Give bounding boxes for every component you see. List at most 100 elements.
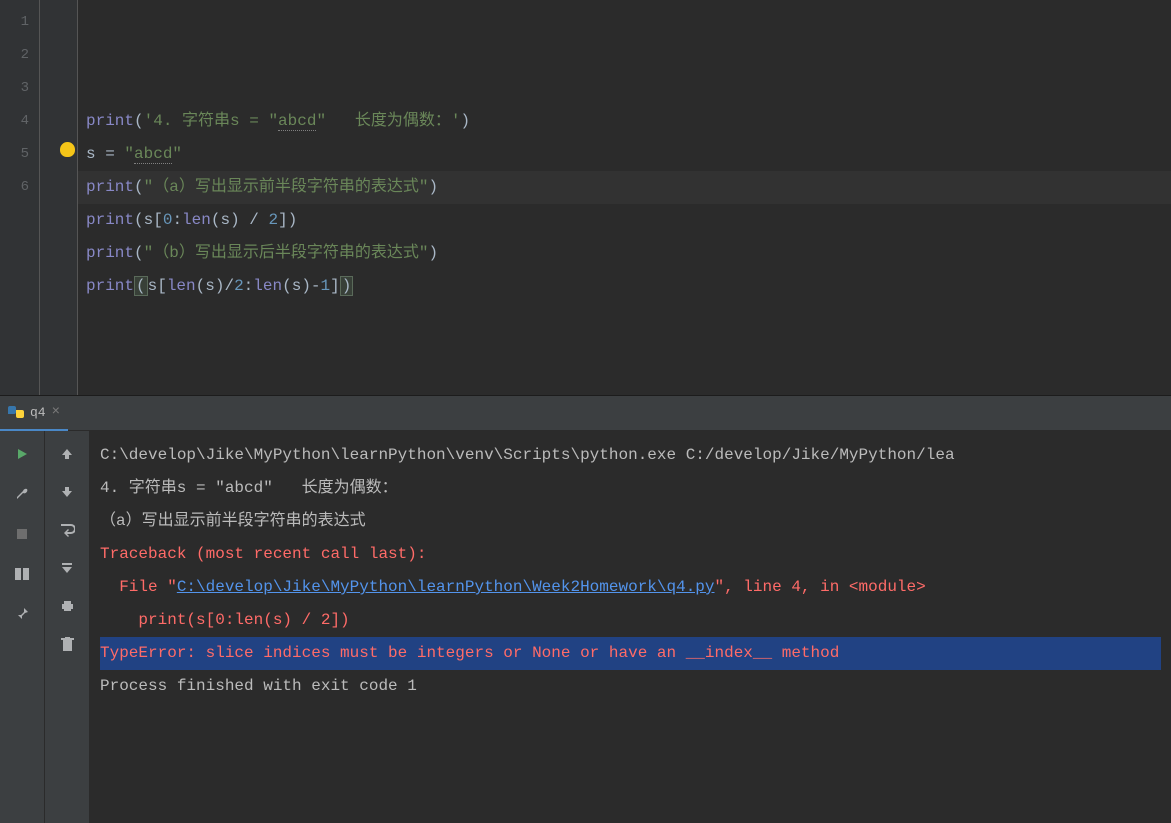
code-token: print [86,277,134,295]
code-line[interactable]: print("（a）写出显示前半段字符串的表达式") [86,171,1163,204]
code-token: ( [134,211,144,229]
gutter-margin [40,0,78,395]
console-line: C:\develop\Jike\MyPython\learnPython\ven… [100,439,1161,472]
code-line[interactable]: print(s[len(s)/2:len(s)-1]) [86,270,1163,303]
file-link[interactable]: C:\develop\Jike\MyPython\learnPython\Wee… [177,578,715,596]
code-token: " 长度为偶数：' [316,112,460,130]
code-token: ( [134,244,144,262]
line-number: 3 [0,72,29,105]
code-token: len [253,277,282,295]
scroll-to-end-icon[interactable] [57,558,77,578]
code-token: "（b）写出显示后半段字符串的表达式" [144,244,429,262]
console-text: C:\develop\Jike\MyPython\learnPython\ven… [100,446,955,464]
code-token: ) [428,178,438,196]
code-token: ( [196,277,206,295]
code-token: ] [330,277,340,295]
console-text: Traceback (most recent call last): [100,545,426,563]
code-token: abcd [278,112,316,131]
close-tab-icon[interactable]: × [52,404,60,420]
run-content: Run: q4 × C:\develop\Jike\MyPython\learn… [90,396,1171,823]
console-text: print(s[0:len(s) / 2]) [100,611,350,629]
run-tab-label: q4 [30,405,46,420]
code-token: ( [134,276,148,296]
code-line[interactable]: print("（b）写出显示后半段字符串的表达式") [86,237,1163,270]
stop-icon[interactable] [12,524,32,544]
code-token: len [167,277,196,295]
wrench-icon[interactable] [12,484,32,504]
code-token: abcd [134,145,172,164]
rerun-icon[interactable] [12,444,32,464]
run-tool-window: Run: q4 × C:\develop\Jike\MyPython\learn… [0,395,1171,823]
console-line: File "C:\develop\Jike\MyPython\learnPyth… [100,571,1161,604]
code-token: ) / [230,211,268,229]
code-token: " [124,145,134,163]
code-token: 1 [321,277,331,295]
code-token: " [172,145,182,163]
code-line[interactable]: s = "abcd" [86,138,1163,171]
code-token: s = [86,145,124,163]
down-arrow-icon[interactable] [57,482,77,502]
code-line[interactable]: print(s[0:len(s) / 2]) [86,204,1163,237]
code-token: print [86,244,134,262]
code-token: ) [428,244,438,262]
console-line: Process finished with exit code 1 [100,670,1161,703]
code-token: len [182,211,211,229]
code-token: ( [134,178,144,196]
print-icon[interactable] [57,596,77,616]
code-token: s [220,211,230,229]
code-token: ) [340,276,354,296]
line-number-gutter: 123456 [0,0,40,395]
up-arrow-icon[interactable] [57,444,77,464]
console-line: print(s[0:len(s) / 2]) [100,604,1161,637]
pin-icon[interactable] [12,604,32,624]
code-token: )- [301,277,320,295]
line-number: 5 [0,138,29,171]
code-area[interactable]: print('4. 字符串s = "abcd" 长度为偶数：')s = "abc… [78,0,1171,395]
line-number: 1 [0,6,29,39]
console-line: Traceback (most recent call last): [100,538,1161,571]
code-token: s [205,277,215,295]
code-token: : [244,277,254,295]
console-line: （a）写出显示前半段字符串的表达式 [100,505,1161,538]
console-text: （a）写出显示前半段字符串的表达式 [100,512,366,530]
console-text: TypeError: slice indices must be integer… [100,637,1161,670]
code-editor[interactable]: 123456 print('4. 字符串s = "abcd" 长度为偶数：')s… [0,0,1171,395]
code-token: "（a）写出显示前半段字符串的表达式" [144,178,429,196]
code-token: print [86,178,134,196]
console-text: ", line 4, in <module> [715,578,926,596]
code-token: ( [282,277,292,295]
run-toolbar-left2 [45,396,90,823]
code-token: 2 [268,211,278,229]
layout-icon[interactable] [12,564,32,584]
run-header: Run: q4 × [0,396,1171,431]
line-number: 4 [0,105,29,138]
line-number: 6 [0,171,29,204]
code-token: s[ [148,277,167,295]
console-line: 4. 字符串s = "abcd" 长度为偶数： [100,472,1161,505]
code-token: print [86,112,134,130]
console-line: TypeError: slice indices must be integer… [100,637,1161,670]
intention-bulb-icon[interactable] [60,142,75,157]
code-line[interactable]: print('4. 字符串s = "abcd" 长度为偶数：') [86,105,1163,138]
code-token: s[ [144,211,163,229]
code-token: '4. 字符串s = " [144,112,278,130]
line-number: 2 [0,39,29,72]
code-token: ) [460,112,470,130]
trash-icon[interactable] [57,634,77,654]
code-token: s [292,277,302,295]
code-token: )/ [215,277,234,295]
code-token: ]) [278,211,297,229]
soft-wrap-icon[interactable] [57,520,77,540]
code-token: 2 [234,277,244,295]
code-token: print [86,211,134,229]
code-token: 0 [163,211,173,229]
console-text: Process finished with exit code 1 [100,677,417,695]
python-file-icon [8,404,24,420]
code-token: : [172,211,182,229]
run-tab-q4[interactable]: q4 × [0,396,68,431]
console-text: File " [100,578,177,596]
code-token: ( [134,112,144,130]
run-toolbar-left [0,396,45,823]
console-output[interactable]: C:\develop\Jike\MyPython\learnPython\ven… [90,431,1171,823]
console-text: 4. 字符串s = "abcd" 长度为偶数： [100,479,398,497]
